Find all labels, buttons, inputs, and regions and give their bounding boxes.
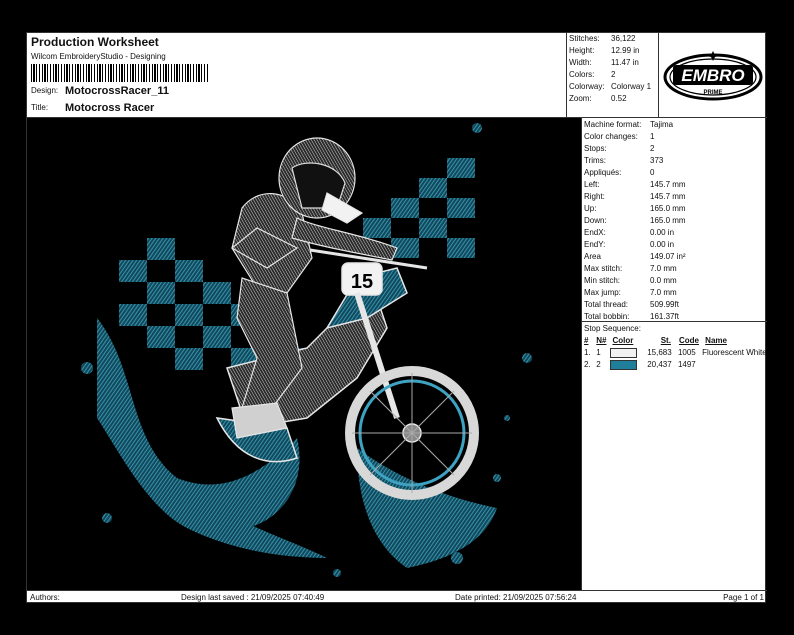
authors-label: Authors: [30,593,60,602]
stop-sequence-row: 1. 1 15,683 1005 Fluorescent White [584,348,767,358]
property-row: Trims: 373 [584,156,664,165]
property-row: Area 149.07 in² [584,252,686,261]
logo-text: EMBRO [681,66,744,85]
stop-sequence: Stop Sequence: # N# Color St. Code Name … [581,322,767,590]
stats-panel: Stitches: 36,122 Height: 12.99 in Width: 11… [567,33,659,118]
stat-row: Colors: 2 [569,70,616,79]
property-row: Right: 145.7 mm [584,192,686,201]
date-printed: Date printed: 21/09/2025 07:56:24 [455,593,577,602]
stat-row: Colorway: Colorway 1 [569,82,652,91]
header-info: Production Worksheet Wilcom EmbroiderySt… [27,33,567,118]
stop-sequence-row: 2. 2 20,437 1497 [584,360,696,370]
brand-logo: EMBRO PRIME [659,33,767,118]
stat-row: Width: 11.47 in [569,58,639,67]
stop-sequence-title: Stop Sequence: [584,324,641,333]
property-row: Color changes: 1 [584,132,655,141]
color-swatch [610,348,638,358]
property-row: Left: 145.7 mm [584,180,686,189]
stat-row: Stitches: 36,122 [569,34,636,43]
page-number: Page 1 of 1 [723,593,764,602]
property-row: Up: 165.0 mm [584,204,686,213]
design-name: MotocrossRacer_11 [65,85,169,97]
property-row: Max jump: 7.0 mm [584,288,677,297]
last-saved: Design last saved : 21/09/2025 07:40:49 [181,593,325,602]
machine-properties: Machine format: Tajima Color changes: 1 St… [581,118,767,322]
property-row: Max stitch: 7.0 mm [584,264,677,273]
property-row: Machine format: Tajima [584,120,674,129]
stat-row: Height: 12.99 in [569,46,640,55]
design-title: Motocross Racer [65,102,155,114]
property-row: Total thread: 509.99ft [584,300,679,309]
property-row: Down: 165.0 mm [584,216,686,225]
property-row: Total bobbin: 161.37ft [584,312,679,321]
barcode [31,64,209,82]
software-name: Wilcom EmbroideryStudio - Designing [31,52,166,61]
logo-subtext: PRIME [703,90,722,96]
page-title: Production Worksheet [31,35,159,49]
property-row: EndY: 0.00 in [584,240,675,249]
title-label: Title: [31,103,49,112]
property-row: Min stitch: 0.0 mm [584,276,677,285]
footer: Authors: Design last saved : 21/09/2025 … [27,590,767,604]
property-row: Appliqués: 0 [584,168,655,177]
property-row: EndX: 0.00 in [584,228,675,237]
stop-sequence-header: # N# Color St. Code Name [584,336,727,345]
number-plate: 15 [351,271,373,293]
design-label: Design: [31,86,59,95]
stat-row: Zoom: 0.52 [569,94,627,103]
property-row: Stops: 2 [584,144,655,153]
worksheet-sheet: Production Worksheet Wilcom EmbroiderySt… [26,32,767,604]
design-preview: 15 [27,118,581,590]
color-swatch [610,360,638,370]
